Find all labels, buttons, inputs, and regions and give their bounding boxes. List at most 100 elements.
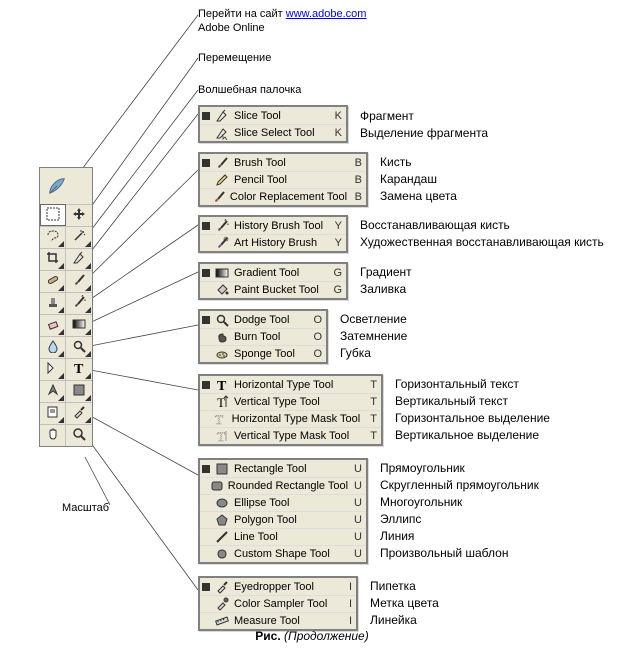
active-marker	[202, 269, 210, 277]
menu-item-shapes-2[interactable]: Ellipse ToolU	[200, 494, 366, 511]
tool-history[interactable]	[66, 292, 92, 314]
active-marker	[202, 583, 210, 591]
menu-item-slice-0[interactable]: Slice ToolK	[200, 107, 346, 124]
tool-dodge[interactable]	[66, 336, 92, 358]
menu-item-gradient-1[interactable]: Paint Bucket ToolG	[200, 281, 346, 298]
menu-item-label: Color Replacement Tool	[230, 191, 349, 203]
annotation-gradient-1: Заливка	[360, 282, 406, 296]
tool-zoom[interactable]	[66, 424, 92, 446]
type-icon: T	[72, 361, 86, 378]
menu-item-dodge-2[interactable]: Sponge ToolO	[200, 345, 326, 362]
menu-item-brush-0[interactable]: Brush Tool B	[200, 154, 366, 171]
tool-gradient[interactable]	[66, 314, 92, 336]
menu-item-shortcut: G	[330, 267, 342, 279]
tool-pen[interactable]	[40, 380, 66, 402]
annotation-slice-1: Выделение фрагмента	[360, 126, 488, 140]
tool-brush[interactable]	[66, 270, 92, 292]
menu-item-label: Ellipse Tool	[234, 497, 346, 509]
menu-item-eyedrop-2[interactable]: Measure ToolI	[200, 612, 356, 629]
menu-item-shapes-5[interactable]: Custom Shape ToolU	[200, 545, 366, 562]
menu-item-shortcut: B	[350, 157, 362, 169]
tool-stamp[interactable]	[40, 292, 66, 314]
menu-item-type-0[interactable]: THorizontal Type ToolT	[200, 376, 381, 393]
flyout-eyedrop: Eyedropper ToolIColor Sampler ToolIMeasu…	[198, 576, 358, 631]
menu-item-shortcut: U	[350, 514, 362, 526]
menu-item-label: Vertical Type Mask Tool	[234, 430, 361, 442]
annotation-history-0: Восстанавливающая кисть	[360, 218, 510, 232]
menu-item-brush-2[interactable]: Color Replacement ToolB	[200, 188, 366, 205]
flyout-slice: Slice ToolKSlice Select ToolK	[198, 105, 348, 143]
svg-text:T: T	[215, 412, 223, 426]
menu-item-history-1[interactable]: Art History BrushY	[200, 234, 346, 251]
csample-icon	[214, 596, 230, 612]
svg-text:T: T	[74, 362, 84, 375]
tool-slice[interactable]	[66, 248, 92, 270]
svg-text:T: T	[217, 429, 225, 443]
menu-item-label: Vertical Type Tool	[234, 396, 361, 408]
tool-marquee[interactable]	[40, 204, 66, 226]
flyout-history: History Brush ToolYArt History BrushY	[198, 215, 348, 253]
menu-item-label: Brush Tool	[234, 157, 346, 169]
menu-item-eyedrop-1[interactable]: Color Sampler ToolI	[200, 595, 356, 612]
rrect-icon	[210, 478, 224, 494]
tool-wand[interactable]	[66, 226, 92, 248]
type-icon: T	[214, 377, 230, 393]
menu-item-gradient-0[interactable]: Gradient Tool G	[200, 264, 346, 281]
menu-item-type-2[interactable]: THorizontal Type Mask ToolT	[200, 410, 381, 427]
menu-item-shortcut: K	[330, 110, 342, 122]
menu-item-shortcut: G	[330, 284, 342, 296]
menu-item-type-1[interactable]: TVertical Type ToolT	[200, 393, 381, 410]
tool-eyedrop[interactable]	[66, 402, 92, 424]
slice-icon	[214, 108, 230, 124]
tool-note[interactable]	[40, 402, 66, 424]
annotation-brush-2: Замена цвета	[380, 189, 457, 203]
tool-blur[interactable]	[40, 336, 66, 358]
annotation-dodge-0: Осветление	[340, 312, 407, 326]
menu-item-label: Rectangle Tool	[234, 463, 346, 475]
label-adobe-online: Adobe Online	[198, 22, 265, 34]
polygon-icon	[214, 512, 230, 528]
wand-icon	[72, 229, 86, 246]
menu-item-shortcut: Y	[330, 220, 342, 232]
annotation-brush-1: Карандаш	[380, 172, 437, 186]
active-marker	[202, 465, 210, 473]
tool-type[interactable]: T	[66, 358, 92, 380]
tool-heal[interactable]	[40, 270, 66, 292]
bucket-icon	[214, 282, 230, 298]
menu-item-dodge-0[interactable]: Dodge ToolO	[200, 311, 326, 328]
menu-item-shapes-0[interactable]: Rectangle ToolU	[200, 460, 366, 477]
menu-item-shapes-3[interactable]: Polygon Tool U	[200, 511, 366, 528]
menu-item-slice-1[interactable]: Slice Select ToolK	[200, 124, 346, 141]
menu-item-shortcut: O	[310, 331, 322, 343]
toolbox-header[interactable]	[40, 168, 92, 204]
menu-item-history-0[interactable]: History Brush ToolY	[200, 217, 346, 234]
tool-shape[interactable]	[66, 380, 92, 402]
tool-move[interactable]	[66, 204, 92, 226]
svg-text:T: T	[217, 379, 227, 392]
eyedrop-icon	[72, 405, 86, 422]
menu-item-label: Eyedropper Tool	[234, 581, 336, 593]
flyout-gradient: Gradient ToolGPaint Bucket ToolG	[198, 262, 348, 300]
menu-item-label: Gradient Tool	[234, 267, 326, 279]
menu-item-label: Polygon Tool	[234, 514, 346, 526]
menu-item-shapes-1[interactable]: Rounded Rectangle ToolU	[200, 477, 366, 494]
flyout-type: THorizontal Type ToolTTVertical Type Too…	[198, 374, 383, 446]
menu-item-eyedrop-0[interactable]: Eyedropper ToolI	[200, 578, 356, 595]
brush-icon	[214, 155, 230, 171]
link-adobe[interactable]: www.adobe.com	[286, 8, 367, 20]
vtypemask-icon: T	[214, 428, 230, 444]
menu-item-shapes-4[interactable]: Line ToolU	[200, 528, 366, 545]
annotation-brush-0: Кисть	[380, 155, 411, 169]
menu-item-type-3[interactable]: TVertical Type Mask ToolT	[200, 427, 381, 444]
tool-path[interactable]	[40, 358, 66, 380]
menu-item-brush-1[interactable]: Pencil ToolB	[200, 171, 366, 188]
flyout-brush: Brush ToolBPencil ToolBColor Replacement…	[198, 152, 368, 207]
tool-crop[interactable]	[40, 248, 66, 270]
tool-hand[interactable]	[40, 424, 66, 446]
label-move: Перемещение	[198, 52, 271, 64]
slice-icon	[72, 251, 86, 268]
menu-item-dodge-1[interactable]: Burn ToolO	[200, 328, 326, 345]
tool-eraser[interactable]	[40, 314, 66, 336]
tool-lasso[interactable]	[40, 226, 66, 248]
sliceSel-icon	[214, 125, 230, 141]
